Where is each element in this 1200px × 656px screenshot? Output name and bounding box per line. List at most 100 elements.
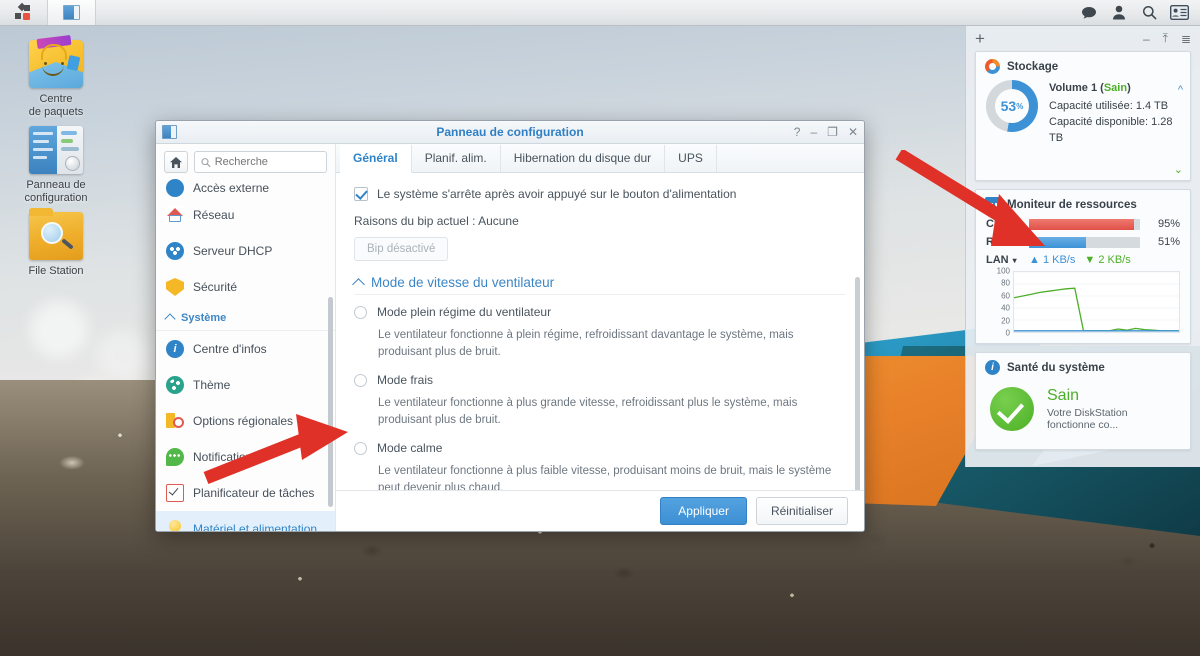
widget-list-button[interactable]: ≣: [1181, 32, 1191, 46]
main-menu-button[interactable]: [0, 0, 48, 25]
add-widget-button[interactable]: +: [975, 30, 985, 47]
close-button[interactable]: ✕: [848, 126, 858, 138]
cpu-meter: CPU 95%: [986, 218, 1180, 230]
window-footer: Appliquer Réinitialiser: [336, 490, 864, 531]
search-icon[interactable]: [1134, 0, 1164, 26]
resource-monitor-title: Moniteur de ressources: [1007, 198, 1137, 211]
sidebar-item-label: Accès externe: [193, 181, 270, 195]
volume-status-badge: Sain: [1103, 82, 1128, 94]
tab-ups[interactable]: UPS: [665, 145, 717, 172]
help-button[interactable]: ?: [794, 126, 801, 138]
tab-hdd-hibernation[interactable]: Hibernation du disque dur: [501, 145, 666, 172]
desktop-icon-label: File Station: [28, 265, 84, 277]
page-title: Panneau de configuration: [436, 125, 584, 139]
storage-used: Capacité utilisée: 1.4 TB: [1049, 100, 1169, 112]
storage-percent-unit: %: [1016, 101, 1024, 111]
chevron-down-icon[interactable]: ⌄: [1174, 163, 1183, 176]
beep-off-button[interactable]: Bip désactivé: [354, 237, 449, 261]
desktop-icon-package-center[interactable]: Centre de paquets: [6, 34, 106, 119]
chart-y-tick: 100: [996, 266, 1010, 276]
ram-label: RAM: [986, 236, 1012, 248]
minimize-button[interactable]: –: [810, 126, 817, 138]
fan-mode-cool-radio[interactable]: [354, 373, 367, 387]
sidebar-item-label: Serveur DHCP: [193, 244, 273, 258]
sidebar-item-label: Options régionales: [193, 414, 294, 428]
widgets-icon[interactable]: [1164, 0, 1194, 26]
fan-mode-full-speed-radio[interactable]: [354, 305, 367, 319]
sidebar-item-security[interactable]: Sécurité: [156, 269, 335, 305]
external-access-icon: [166, 179, 184, 197]
package-center-icon: [29, 34, 83, 88]
chart-y-tick: 80: [1001, 278, 1010, 288]
lan-download: ▼ 2 KB/s: [1084, 254, 1131, 266]
resource-monitor-header: Moniteur de ressources: [976, 190, 1190, 216]
control-panel-icon: [63, 5, 80, 20]
taskbar-spacer: [96, 0, 1074, 25]
reset-button[interactable]: Réinitialiser: [755, 497, 848, 525]
control-panel-taskbar-button[interactable]: [48, 0, 96, 25]
sidebar-item-hardware-power[interactable]: Matériel et alimentation: [156, 511, 335, 531]
tab-power-schedule[interactable]: Planif. alim.: [412, 145, 501, 172]
tab-general[interactable]: Général: [340, 145, 412, 173]
tab-bar: Général Planif. alim. Hibernation du dis…: [336, 144, 864, 173]
sidebar-scroll-area[interactable]: Accès externe Réseau Serveur DHCP Sécuri…: [156, 179, 335, 531]
sidebar-item-task-scheduler[interactable]: Planificateur de tâches: [156, 475, 335, 511]
notifications-icon[interactable]: [1074, 0, 1104, 26]
cpu-label: CPU: [986, 218, 1010, 230]
fan-mode-quiet-row[interactable]: Mode calme: [354, 441, 846, 455]
bokeh-dot: [30, 300, 88, 358]
system-health-status: Sain: [1047, 387, 1080, 404]
fan-mode-cool-row[interactable]: Mode frais: [354, 373, 846, 387]
search-input[interactable]: [214, 156, 320, 168]
resource-monitor-widget: Moniteur de ressources CPU 95% RAM 51% L…: [975, 189, 1191, 344]
ram-value: 51%: [1157, 236, 1180, 248]
sidebar-item-dhcp-server[interactable]: Serveur DHCP: [156, 233, 335, 269]
storage-usage-donut: 53%: [986, 80, 1038, 132]
file-station-icon: [29, 208, 83, 260]
sidebar-item-external-access[interactable]: Accès externe: [156, 179, 335, 197]
lan-row[interactable]: LAN ▾ ▲ 1 KB/s ▼ 2 KB/s: [986, 254, 1180, 266]
desktop-icon-control-panel[interactable]: Panneau de configuration: [6, 126, 106, 205]
fan-speed-section-header[interactable]: Mode de vitesse du ventilateur: [352, 275, 846, 291]
desktop-icon-file-station[interactable]: File Station: [6, 208, 106, 278]
content-scrollbar[interactable]: [855, 277, 860, 490]
widget-minimize-button[interactable]: –: [1143, 32, 1150, 46]
sidebar-item-regional-options[interactable]: Options régionales: [156, 403, 335, 439]
apply-button[interactable]: Appliquer: [660, 497, 747, 525]
beep-reason-text: Raisons du bip actuel : Aucune: [354, 214, 519, 228]
power-button-shutdown-row[interactable]: Le système s'arrête après avoir appuyé s…: [354, 187, 846, 201]
fan-mode-description: Le ventilateur fonctionne à plus grande …: [378, 397, 798, 426]
maximize-button[interactable]: ❐: [827, 126, 838, 138]
chevron-down-icon[interactable]: ▾: [1013, 256, 1017, 265]
chevron-up-icon: [164, 313, 176, 325]
sidebar-item-label: Réseau: [193, 208, 235, 222]
sidebar-scrollbar[interactable]: [328, 297, 333, 507]
power-button-shutdown-checkbox[interactable]: [354, 187, 368, 201]
cpu-bar-track: [1029, 218, 1140, 230]
control-panel-icon: [29, 126, 83, 174]
sidebar-item-notification[interactable]: Notification: [156, 439, 335, 475]
sidebar-item-network[interactable]: Réseau: [156, 197, 335, 233]
chart-lines: [1014, 272, 1179, 332]
home-button[interactable]: [164, 151, 188, 173]
sidebar-item-theme[interactable]: Thème: [156, 367, 335, 403]
sidebar-item-label: Planificateur de tâches: [193, 486, 315, 500]
widget-pin-button[interactable]: ⤒: [1163, 31, 1168, 46]
taskbar-right-icons: [1074, 0, 1200, 25]
search-box[interactable]: [194, 151, 327, 173]
chart-y-tick: 0: [1005, 328, 1010, 338]
security-shield-icon: [166, 278, 184, 296]
control-panel-window: Panneau de configuration ? – ❐ ✕ Recherc…: [155, 120, 865, 532]
ram-bar-track: [1029, 236, 1140, 248]
control-panel-icon: [162, 125, 177, 139]
network-icon: [166, 206, 184, 224]
sidebar-item-info-center[interactable]: i Centre d'infos: [156, 331, 335, 367]
user-account-icon[interactable]: [1104, 0, 1134, 26]
control-panel-main: Général Planif. alim. Hibernation du dis…: [336, 144, 864, 531]
chevron-up-icon[interactable]: ^: [1178, 84, 1183, 96]
fan-mode-quiet-radio[interactable]: [354, 441, 367, 455]
window-titlebar[interactable]: Panneau de configuration ? – ❐ ✕: [156, 121, 864, 144]
sidebar-group-system[interactable]: Système: [156, 305, 335, 331]
fan-mode-full-speed-row[interactable]: Mode plein régime du ventilateur: [354, 305, 846, 319]
storage-volume-info: Volume 1 (Sain) Capacité utilisée: 1.4 T…: [1049, 80, 1180, 146]
